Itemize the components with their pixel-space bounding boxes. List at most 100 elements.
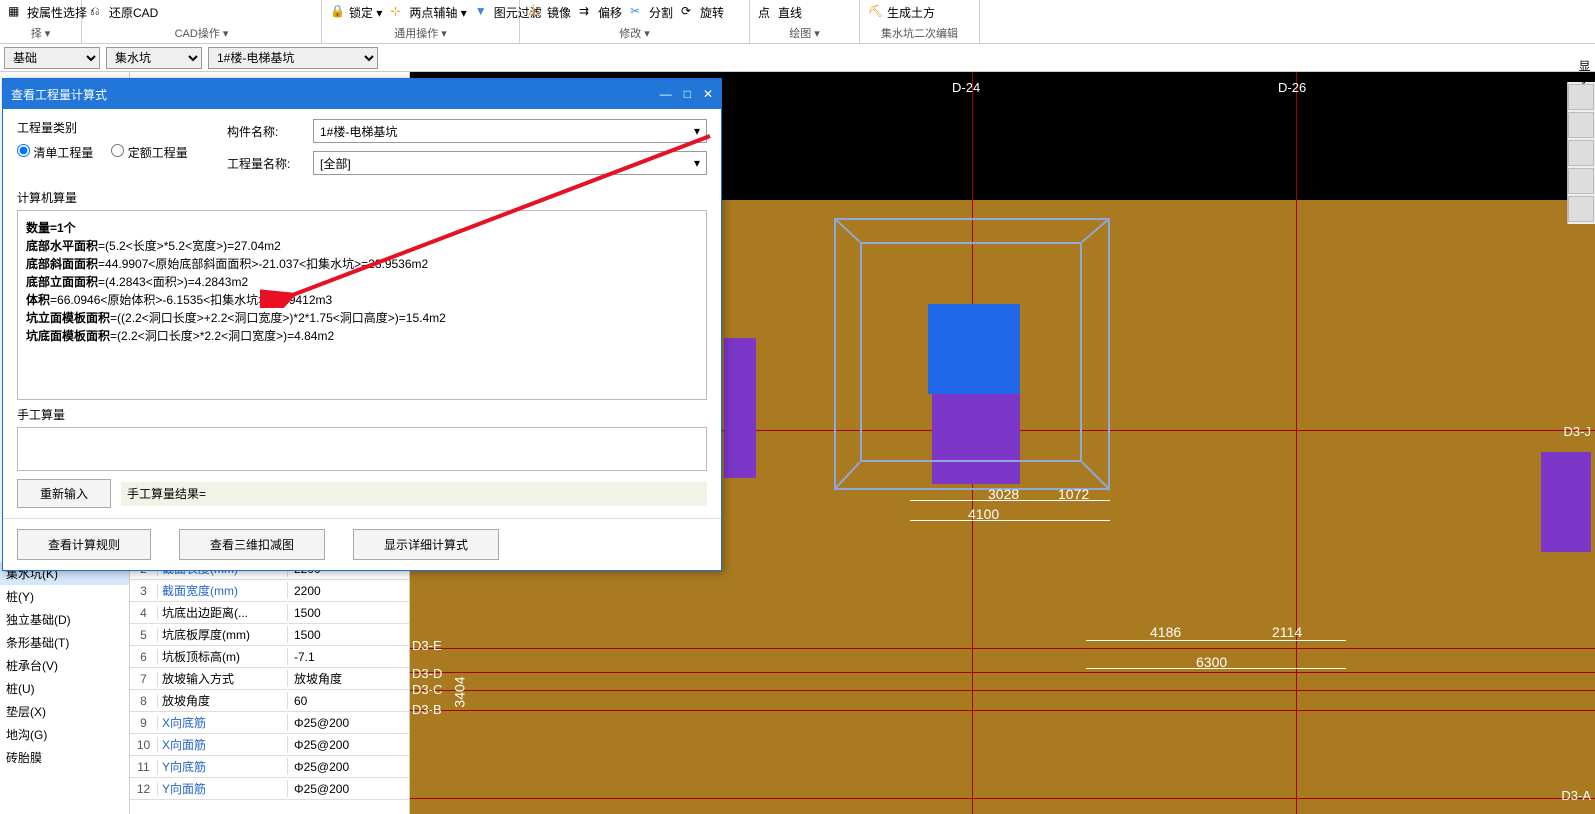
prop-num: 3	[130, 584, 158, 598]
view-3d-icon[interactable]	[1568, 84, 1594, 110]
dim-text: 2114	[1272, 624, 1302, 640]
prop-val[interactable]: 放坡角度	[288, 670, 409, 687]
grid-line-h	[410, 648, 1595, 649]
table-icon[interactable]	[1568, 196, 1594, 222]
prop-row[interactable]: 7放坡输入方式放坡角度	[130, 668, 409, 690]
maximize-icon[interactable]: □	[684, 87, 691, 101]
prop-val[interactable]: Φ25@200	[288, 760, 409, 774]
line-button[interactable]: 直线	[778, 2, 802, 22]
prop-num: 9	[130, 716, 158, 730]
rib-label[interactable]: 集水坑二次编辑	[860, 25, 979, 43]
pit-corners	[834, 218, 1114, 494]
ribbon-toolbar: ▦按属性选择 择 ▾ ⎌还原CAD CAD操作 ▾ 🔒锁定 ▾ ⊹两点辅轴 ▾ …	[0, 0, 1595, 44]
dialog-titlebar[interactable]: 查看工程量计算式 — □ ✕	[3, 79, 721, 109]
aux-axis-button[interactable]: ⊹两点辅轴 ▾	[390, 2, 466, 22]
prop-val[interactable]: Φ25@200	[288, 782, 409, 796]
prop-val[interactable]: Φ25@200	[288, 738, 409, 752]
dim-text: 6300	[1196, 654, 1227, 670]
prop-name: 坑板顶标高(m)	[158, 648, 288, 665]
rotate-icon: ⟳	[681, 4, 697, 20]
rib-label[interactable]: 通用操作 ▾	[322, 25, 519, 43]
tree-item[interactable]: 条形基础(T)	[0, 631, 129, 654]
prop-val[interactable]: -7.1	[288, 650, 409, 664]
prop-row[interactable]: 3截面宽度(mm)2200	[130, 580, 409, 602]
prop-val[interactable]: Φ25@200	[288, 716, 409, 730]
tree-item[interactable]: 砖胎膜	[0, 746, 129, 769]
prop-name: 坑底出边距离(...	[158, 604, 288, 621]
side-tab[interactable]: 显示	[1576, 60, 1593, 84]
grid-label: D-24	[952, 80, 980, 95]
mirror-button[interactable]: ⧊镜像	[528, 2, 571, 22]
view-iso-icon[interactable]	[1568, 140, 1594, 166]
column-rect	[724, 338, 756, 478]
type-select[interactable]: 集水坑	[106, 47, 202, 69]
undo-icon: ⎌	[90, 4, 106, 20]
close-icon[interactable]: ✕	[703, 87, 713, 101]
manual-result-text: 手工算量结果=	[121, 482, 707, 506]
prop-row[interactable]: 8放坡角度60	[130, 690, 409, 712]
prop-row[interactable]: 12Y向面筋Φ25@200	[130, 778, 409, 800]
grid-label: D3-J	[1564, 424, 1591, 439]
show-detail-button[interactable]: 显示详细计算式	[353, 529, 499, 560]
quantity-name-select[interactable]: [全部]▾	[313, 151, 707, 175]
prop-num: 6	[130, 650, 158, 664]
grid-label: D-26	[1278, 80, 1306, 95]
prop-num: 11	[130, 760, 158, 774]
nav-icon[interactable]	[1568, 168, 1594, 194]
prop-row[interactable]: 11Y向底筋Φ25@200	[130, 756, 409, 778]
rib-label[interactable]: 修改 ▾	[520, 25, 749, 43]
grid-line-v	[1296, 72, 1297, 814]
quota-radio[interactable]: 定额工程量	[111, 144, 187, 161]
select-icon: ▦	[8, 4, 24, 20]
grid-label: D3-E	[412, 638, 442, 653]
reset-button[interactable]: 重新输入	[17, 479, 111, 508]
tree-item[interactable]: 桩(Y)	[0, 585, 129, 608]
select-by-attr-button[interactable]: ▦按属性选择	[8, 2, 87, 22]
minimize-icon[interactable]: —	[660, 87, 672, 101]
point-button[interactable]: 点	[758, 2, 770, 22]
dim-text: 4100	[968, 506, 999, 522]
grid-line-h	[410, 690, 1595, 691]
rib-label[interactable]: 绘图 ▾	[750, 25, 859, 43]
component-name-select[interactable]: 1#楼-电梯基坑▾	[313, 119, 707, 143]
rib-label[interactable]: CAD操作 ▾	[82, 25, 321, 43]
prop-row[interactable]: 5坑底板厚度(mm)1500	[130, 624, 409, 646]
view-3d-deduction-button[interactable]: 查看三维扣减图	[179, 529, 325, 560]
offset-icon: ⇉	[579, 4, 595, 20]
bill-radio[interactable]: 清单工程量	[17, 144, 93, 161]
prop-row[interactable]: 4坑底出边距离(...1500	[130, 602, 409, 624]
prop-row[interactable]: 6坑板顶标高(m)-7.1	[130, 646, 409, 668]
prop-val[interactable]: 2200	[288, 584, 409, 598]
split-button[interactable]: ✂分割	[630, 2, 673, 22]
lock-icon: 🔒	[330, 4, 346, 20]
prop-val[interactable]: 60	[288, 694, 409, 708]
prop-name: X向底筋	[158, 714, 288, 731]
prop-val[interactable]: 1500	[288, 606, 409, 620]
rotate-button[interactable]: ⟳旋转	[681, 2, 724, 22]
grid-label: D3-B	[412, 702, 442, 717]
tree-item[interactable]: 垫层(X)	[0, 700, 129, 723]
prop-val[interactable]: 1500	[288, 628, 409, 642]
view-box-icon[interactable]	[1568, 112, 1594, 138]
prop-row[interactable]: 10X向面筋Φ25@200	[130, 734, 409, 756]
calc-result-box: 数量=1个 底部水平面积=(5.2<长度>*5.2<宽度>)=27.04m2 底…	[17, 210, 707, 400]
category-select[interactable]: 基础	[4, 47, 100, 69]
dim-text: 1072	[1058, 486, 1089, 502]
view-rules-button[interactable]: 查看计算规则	[17, 529, 151, 560]
manual-calc-input[interactable]	[17, 427, 707, 471]
prop-row[interactable]: 9X向底筋Φ25@200	[130, 712, 409, 734]
tree-item[interactable]: 地沟(G)	[0, 723, 129, 746]
lock-button[interactable]: 🔒锁定 ▾	[330, 2, 382, 22]
tree-item[interactable]: 桩(U)	[0, 677, 129, 700]
gen-earth-button[interactable]: ⛏生成土方	[868, 2, 935, 22]
offset-button[interactable]: ⇉偏移	[579, 2, 622, 22]
restore-cad-button[interactable]: ⎌还原CAD	[90, 2, 158, 22]
tree-item[interactable]: 桩承台(V)	[0, 654, 129, 677]
dim-line	[1086, 640, 1346, 641]
selector-bar: 基础 集水坑 1#楼-电梯基坑	[0, 44, 1595, 72]
tree-item[interactable]: 独立基础(D)	[0, 608, 129, 631]
computer-calc-label: 计算机算量	[17, 183, 707, 210]
grid-label: D3-C	[412, 682, 442, 697]
component-select[interactable]: 1#楼-电梯基坑	[208, 47, 378, 69]
manual-calc-label: 手工算量	[17, 400, 707, 427]
